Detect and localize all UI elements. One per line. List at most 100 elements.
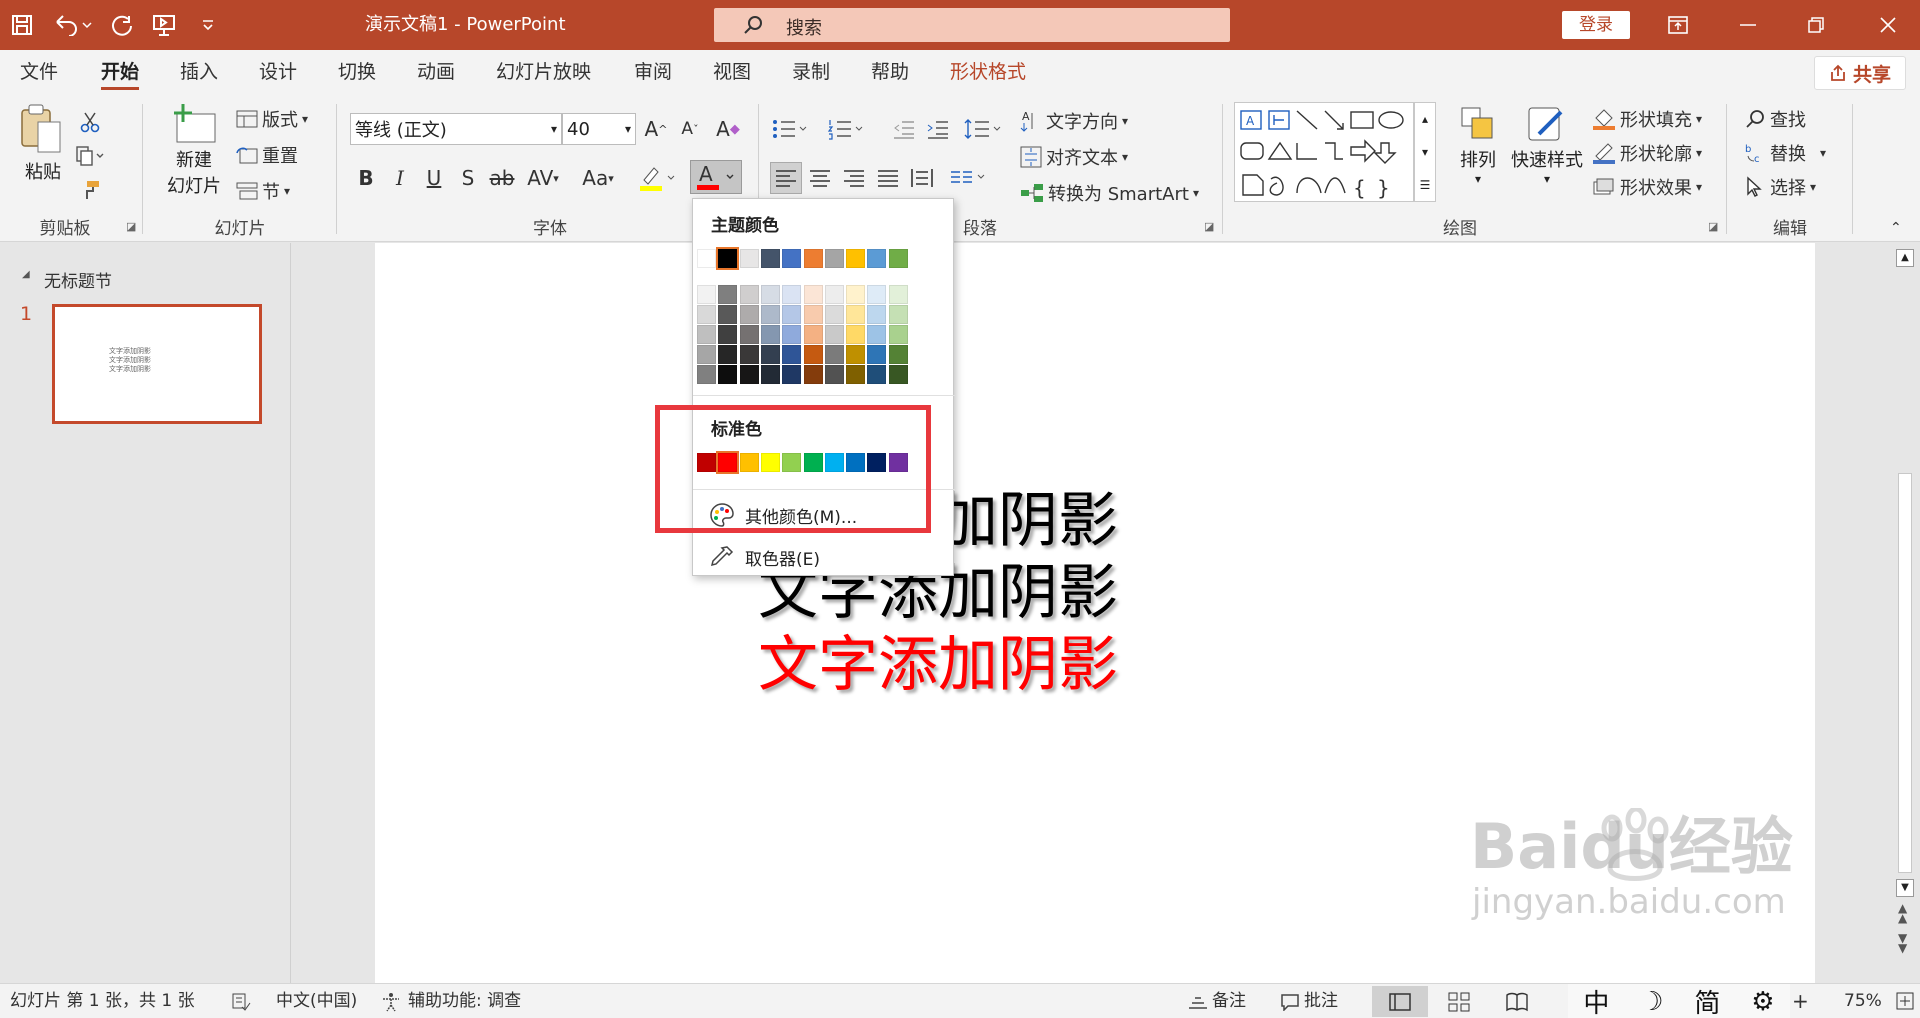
text-shadow-icon[interactable]: S: [452, 162, 484, 194]
theme-shade-swatch[interactable]: [718, 365, 738, 384]
next-slide-icon[interactable]: ▼ ▼: [1898, 932, 1907, 954]
theme-shade-swatch[interactable]: [803, 345, 823, 364]
section-name[interactable]: 无标题节: [44, 267, 112, 292]
theme-shade-swatch[interactable]: [888, 305, 908, 324]
smartart-button[interactable]: 转换为 SmartArt ▾: [1020, 180, 1199, 206]
distributed-icon[interactable]: [906, 162, 938, 194]
theme-shade-swatch[interactable]: [760, 325, 780, 344]
theme-shade-swatch[interactable]: [824, 325, 844, 344]
decrease-font-size-icon[interactable]: Aˇ: [674, 113, 706, 145]
theme-shade-swatch[interactable]: [782, 325, 802, 344]
normal-view-icon[interactable]: [1372, 986, 1428, 1017]
search-input[interactable]: 搜索: [714, 8, 1230, 42]
section-button[interactable]: 节 ▾: [236, 178, 290, 204]
arrange-button[interactable]: 排列 ▾: [1448, 104, 1508, 186]
highlight-color-icon[interactable]: [636, 162, 680, 194]
slide-thumbnail[interactable]: 文字添加阴影 文字添加阴影 文字添加阴影: [52, 304, 262, 424]
language-status[interactable]: 中文(中国): [276, 984, 357, 1018]
theme-shade-swatch[interactable]: [824, 305, 844, 324]
theme-shade-swatch[interactable]: [782, 365, 802, 384]
shapes-gallery-scroll[interactable]: ▴ ▾ ☰: [1414, 102, 1436, 202]
theme-color-swatch[interactable]: [697, 249, 716, 268]
theme-shade-swatch[interactable]: [888, 325, 908, 344]
italic-icon[interactable]: I: [384, 162, 416, 194]
theme-shade-swatch[interactable]: [867, 305, 887, 324]
fit-slide-icon[interactable]: [1896, 984, 1914, 1018]
align-center-icon[interactable]: [804, 162, 836, 194]
bold-icon[interactable]: B: [350, 162, 382, 194]
tab-transitions[interactable]: 切换: [338, 50, 376, 94]
theme-shade-swatch[interactable]: [803, 365, 823, 384]
increase-indent-icon[interactable]: [922, 113, 954, 145]
theme-shade-swatch[interactable]: [697, 325, 716, 344]
theme-shade-swatch[interactable]: [888, 285, 908, 304]
collapse-section-icon[interactable]: ◢: [22, 269, 30, 280]
slide-sorter-icon[interactable]: [1448, 992, 1470, 1012]
theme-shade-swatch[interactable]: [782, 305, 802, 324]
start-slideshow-icon[interactable]: [144, 0, 184, 50]
font-color-button[interactable]: A: [690, 160, 742, 194]
slide-text-line-3[interactable]: 文字添加阴影: [758, 629, 1118, 701]
tab-view[interactable]: 视图: [713, 50, 751, 94]
theme-shade-swatch[interactable]: [803, 325, 823, 344]
shape-outline-button[interactable]: 形状轮廓 ▾: [1592, 140, 1702, 166]
theme-shade-swatch[interactable]: [739, 345, 759, 364]
undo-icon[interactable]: [46, 0, 100, 50]
shapes-gallery[interactable]: A {}: [1234, 102, 1414, 202]
paste-button[interactable]: 粘贴: [18, 102, 68, 202]
text-direction-button[interactable]: A 文字方向 ▾: [1020, 108, 1128, 134]
scroll-up-icon[interactable]: ▲: [1896, 249, 1914, 267]
decrease-indent-icon[interactable]: [888, 113, 920, 145]
theme-shade-swatch[interactable]: [888, 365, 908, 384]
tab-design[interactable]: 设计: [259, 50, 297, 94]
minimize-icon[interactable]: [1716, 0, 1780, 50]
ribbon-display-options-icon[interactable]: [1646, 0, 1710, 50]
theme-shade-swatch[interactable]: [846, 365, 866, 384]
share-button[interactable]: 共享: [1814, 56, 1906, 90]
theme-color-swatch[interactable]: [846, 249, 866, 268]
notes-button[interactable]: 备注: [1188, 984, 1246, 1018]
tab-review[interactable]: 审阅: [634, 50, 672, 94]
bullets-icon[interactable]: [770, 113, 810, 145]
new-slide-button[interactable]: 新建 幻灯片: [154, 102, 234, 212]
font-name-select[interactable]: 等线 (正文) ▾: [350, 113, 562, 145]
collapse-ribbon-icon[interactable]: ⌃: [1890, 220, 1902, 236]
zoom-level[interactable]: 75%: [1844, 984, 1882, 1018]
theme-color-swatch[interactable]: [739, 249, 759, 268]
tab-help[interactable]: 帮助: [871, 50, 909, 94]
tab-record[interactable]: 录制: [792, 50, 830, 94]
quick-styles-button[interactable]: 快速样式 ▾: [1508, 104, 1586, 186]
previous-slide-icon[interactable]: ▲ ▲: [1898, 902, 1907, 924]
reset-button[interactable]: 重置: [236, 142, 298, 168]
tab-slideshow[interactable]: 幻灯片放映: [496, 50, 591, 94]
spell-check-icon[interactable]: [230, 984, 252, 1018]
theme-color-swatch[interactable]: [760, 249, 780, 268]
theme-shade-swatch[interactable]: [846, 325, 866, 344]
theme-color-swatch[interactable]: [803, 249, 823, 268]
moon-icon[interactable]: ☽: [1640, 987, 1663, 1017]
restore-icon[interactable]: [1784, 0, 1848, 50]
drawing-launcher-icon[interactable]: ◪: [1708, 220, 1718, 233]
zoom-out-icon[interactable]: +: [1792, 984, 1809, 1018]
tab-insert[interactable]: 插入: [180, 50, 218, 94]
clear-formatting-icon[interactable]: A ◆: [712, 113, 744, 145]
theme-shade-swatch[interactable]: [846, 305, 866, 324]
redo-icon[interactable]: [102, 0, 142, 50]
theme-shade-swatch[interactable]: [867, 325, 887, 344]
paragraph-launcher-icon[interactable]: ◪: [1204, 220, 1214, 233]
theme-shade-swatch[interactable]: [846, 345, 866, 364]
theme-shade-swatch[interactable]: [846, 285, 866, 304]
align-text-button[interactable]: 对齐文本 ▾: [1020, 144, 1128, 170]
format-painter-icon[interactable]: [74, 174, 106, 206]
justify-icon[interactable]: [872, 162, 904, 194]
copy-icon[interactable]: [74, 140, 106, 172]
strikethrough-icon[interactable]: ab: [486, 162, 518, 194]
numbering-icon[interactable]: [826, 113, 866, 145]
theme-shade-swatch[interactable]: [718, 345, 738, 364]
theme-shade-swatch[interactable]: [760, 365, 780, 384]
theme-shade-swatch[interactable]: [760, 285, 780, 304]
save-icon[interactable]: [2, 0, 42, 50]
tab-animations[interactable]: 动画: [417, 50, 455, 94]
cut-icon[interactable]: [74, 106, 106, 138]
select-button[interactable]: 选择 ▾: [1744, 174, 1816, 200]
